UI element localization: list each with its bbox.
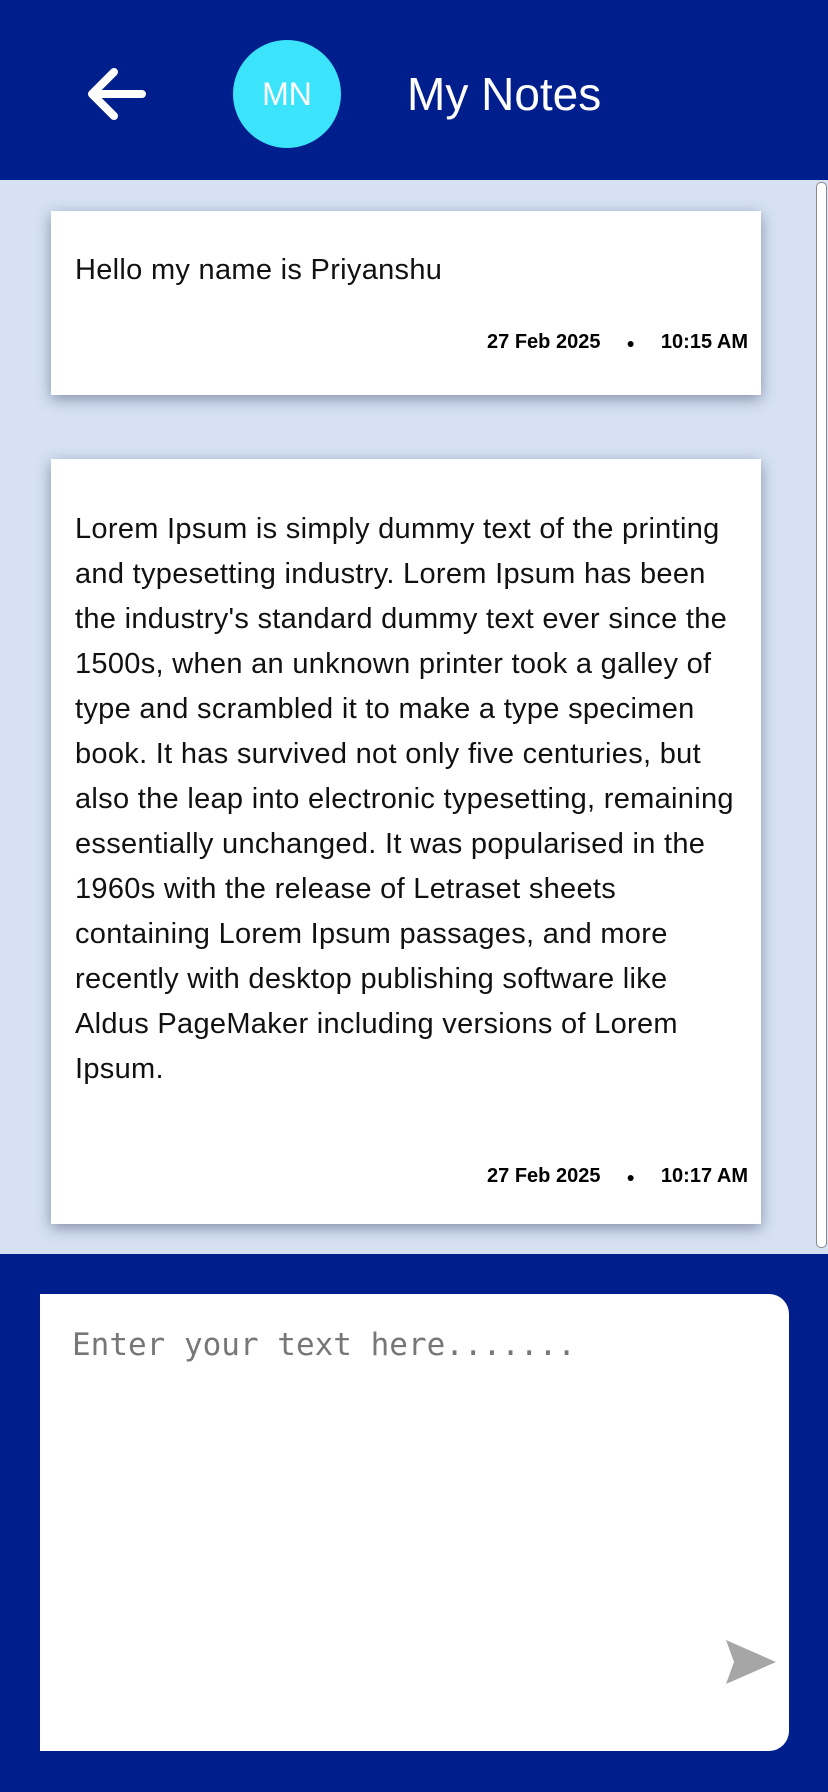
note-timestamp: 27 Feb 2025 ● 10:15 AM — [487, 331, 748, 354]
notes-list[interactable]: Hello my name is Priyanshu 27 Feb 2025 ●… — [0, 180, 828, 1254]
note-card[interactable]: Hello my name is Priyanshu 27 Feb 2025 ●… — [51, 211, 761, 395]
avatar-initials: MN — [262, 75, 312, 112]
note-time: 10:15 AM — [660, 331, 748, 353]
note-date: 27 Feb 2025 — [487, 331, 601, 353]
scrollbar-thumb[interactable] — [816, 182, 827, 1248]
scrollbar[interactable] — [814, 180, 828, 1254]
note-timestamp: 27 Feb 2025 ● 10:17 AM — [487, 1165, 748, 1188]
compose-box[interactable] — [40, 1294, 789, 1751]
note-time: 10:17 AM — [660, 1165, 748, 1187]
note-card[interactable]: Lorem Ipsum is simply dummy text of the … — [51, 459, 761, 1224]
arrow-left-icon — [88, 68, 146, 120]
send-icon — [726, 1640, 776, 1684]
separator-dot: ● — [626, 334, 635, 351]
note-date: 27 Feb 2025 — [487, 1165, 601, 1187]
note-text: Hello my name is Priyanshu — [75, 254, 443, 286]
send-button[interactable] — [724, 1638, 778, 1686]
separator-dot: ● — [626, 1168, 635, 1185]
back-button[interactable] — [84, 66, 148, 122]
note-input[interactable] — [72, 1326, 712, 1686]
page-title: My Notes — [407, 68, 602, 120]
avatar: MN — [233, 40, 341, 148]
note-text: Lorem Ipsum is simply dummy text of the … — [75, 513, 734, 1085]
app-header: MN My Notes — [0, 0, 828, 180]
